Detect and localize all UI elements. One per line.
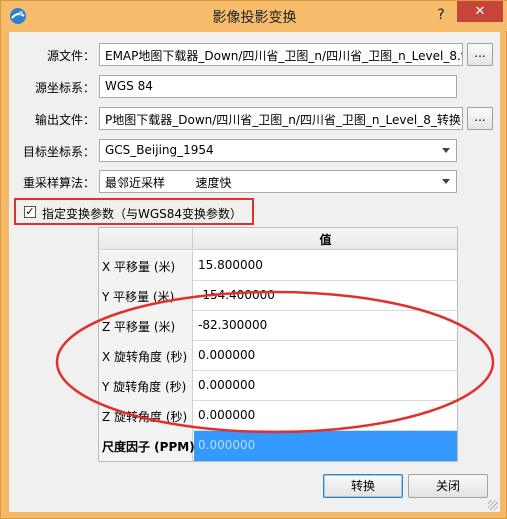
resample-label: 重采样算法：: [22, 176, 95, 190]
source-file-label: 源文件：: [46, 49, 95, 63]
source-file-field[interactable]: EMAP地图下载器_Down/四川省_卫图_n/四川省_卫图_n_Level_8…: [99, 43, 463, 66]
close-button[interactable]: 关闭: [408, 474, 488, 498]
table-cell[interactable]: 0.000000: [194, 431, 457, 461]
resample-select[interactable]: 最邻近采样 速度快: [99, 170, 457, 193]
table-row[interactable]: Z 平移量 (米) -82.300000: [99, 311, 457, 341]
convert-button[interactable]: 转换: [323, 474, 403, 498]
table-cell[interactable]: 0.000000: [194, 371, 457, 401]
value-column-header: 值: [319, 233, 332, 247]
target-crs-select[interactable]: GCS_Beijing_1954: [99, 139, 457, 162]
target-crs-label: 目标坐标系：: [22, 145, 95, 159]
row-header: Z 旋转角度 (秒): [99, 401, 193, 431]
table-cell[interactable]: -82.300000: [194, 311, 457, 341]
source-crs-label: 源坐标系：: [34, 81, 95, 95]
resample-value: 最邻近采样 速度快: [105, 176, 232, 190]
output-browse-button[interactable]: ...: [467, 107, 493, 130]
table-row[interactable]: X 旋转角度 (秒) 0.000000: [99, 341, 457, 371]
chevron-down-icon: [442, 179, 450, 184]
table-corner: [99, 228, 193, 250]
row-header: Y 旋转角度 (秒): [99, 371, 193, 401]
table-row-selected[interactable]: 尺度因子 (PPM) 0.000000: [99, 431, 457, 461]
row-header: X 平移量 (米): [99, 251, 193, 281]
row-header: 尺度因子 (PPM): [99, 431, 195, 461]
table-row[interactable]: Y 旋转角度 (秒) 0.000000: [99, 371, 457, 401]
table-row[interactable]: Y 平移量 (米) -154.400000: [99, 281, 457, 311]
table-cell[interactable]: 0.000000: [194, 401, 457, 431]
specify-params-highlight: ✓ 指定变换参数（与WGS84变换参数）: [14, 198, 254, 225]
table-cell[interactable]: -154.400000: [194, 281, 457, 311]
help-button[interactable]: ?: [431, 5, 451, 25]
row-header: Z 平移量 (米): [99, 311, 193, 341]
specify-params-label[interactable]: 指定变换参数（与WGS84变换参数）: [42, 205, 242, 222]
specify-params-checkbox[interactable]: ✓: [24, 206, 36, 218]
dialog-body: 源文件： EMAP地图下载器_Down/四川省_卫图_n/四川省_卫图_n_Le…: [9, 32, 500, 512]
target-crs-value: GCS_Beijing_1954: [105, 143, 214, 157]
output-file-field[interactable]: P地图下载器_Down/四川省_卫图_n/四川省_卫图_n_Level_8_转换…: [99, 107, 463, 130]
output-file-label: 输出文件：: [34, 113, 95, 127]
dialog-window: 影像投影变换 ? ✕ 源文件： EMAP地图下载器_Down/四川省_卫图_n/…: [0, 0, 507, 519]
table-header: 值: [99, 228, 457, 250]
params-table: 值 X 平移量 (米) 15.800000 Y 平移量 (米) -154.400…: [98, 227, 458, 462]
chevron-down-icon: [442, 148, 450, 153]
title-bar: 影像投影变换 ? ✕: [1, 1, 507, 31]
table-row[interactable]: Z 旋转角度 (秒) 0.000000: [99, 401, 457, 431]
row-header: X 旋转角度 (秒): [99, 341, 193, 371]
close-window-button[interactable]: ✕: [457, 1, 503, 22]
table-cell[interactable]: 0.000000: [194, 341, 457, 371]
source-crs-field: WGS 84: [99, 75, 457, 98]
table-row[interactable]: X 平移量 (米) 15.800000: [99, 251, 457, 281]
table-cell[interactable]: 15.800000: [194, 251, 457, 281]
source-browse-button[interactable]: ...: [467, 43, 493, 66]
row-header: Y 平移量 (米): [99, 281, 193, 311]
resize-grip[interactable]: [488, 500, 498, 510]
